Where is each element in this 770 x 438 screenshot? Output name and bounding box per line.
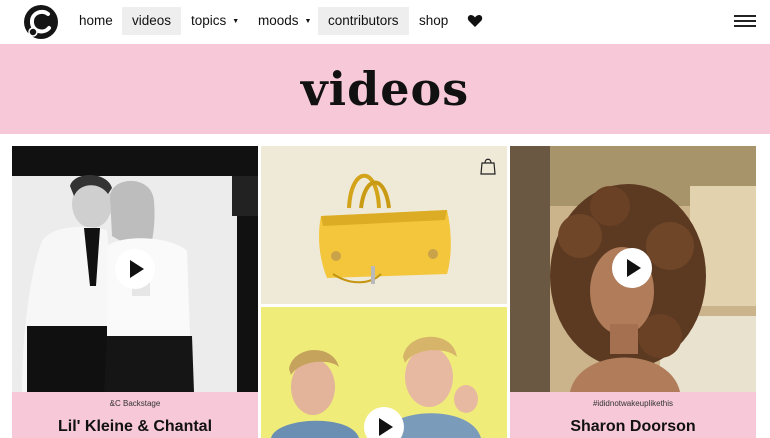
hamburger-menu-icon[interactable] — [734, 15, 756, 29]
product-card[interactable] — [261, 146, 507, 304]
andc-logo[interactable] — [22, 3, 60, 41]
nav-item-home[interactable]: home — [69, 7, 123, 35]
nav-item-moods[interactable]: moods ▼ — [248, 7, 321, 35]
play-button[interactable] — [115, 249, 155, 289]
nav-item-videos[interactable]: videos — [122, 7, 182, 35]
product-image — [261, 146, 507, 304]
top-navigation: home videos topics ▼ moods ▼ contributors … — [0, 0, 770, 44]
play-icon — [627, 259, 641, 277]
video-card[interactable]: #ididnotwakeuplikethis Sharon Doorson — [510, 146, 756, 438]
heart-icon[interactable] — [467, 13, 483, 29]
card-tag[interactable]: &C Backstage — [12, 399, 258, 408]
nav-item-topics[interactable]: topics ▼ — [181, 7, 249, 35]
page-header: videos — [0, 44, 770, 134]
card-caption: #ididnotwakeuplikethis Sharon Doorson — [510, 392, 756, 438]
video-card[interactable] — [261, 307, 507, 438]
card-title[interactable]: Sharon Doorson — [510, 418, 756, 436]
page-title: videos — [300, 62, 470, 116]
video-card[interactable]: &C Backstage Lil' Kleine & Chantal — [12, 146, 258, 438]
card-tag[interactable]: #ididnotwakeuplikethis — [510, 399, 756, 408]
card-caption: &C Backstage Lil' Kleine & Chantal — [12, 392, 258, 438]
card-title[interactable]: Lil' Kleine & Chantal — [12, 418, 258, 436]
nav-item-contributors[interactable]: contributors — [318, 7, 409, 35]
nav-item-shop[interactable]: shop — [409, 7, 458, 35]
play-icon — [379, 418, 393, 436]
play-icon — [130, 260, 144, 278]
caret-down-icon: ▼ — [232, 18, 240, 25]
play-button[interactable] — [612, 248, 652, 288]
caret-down-icon: ▼ — [304, 18, 312, 25]
shopping-bag-icon[interactable] — [480, 157, 496, 175]
play-button[interactable] — [364, 407, 404, 438]
